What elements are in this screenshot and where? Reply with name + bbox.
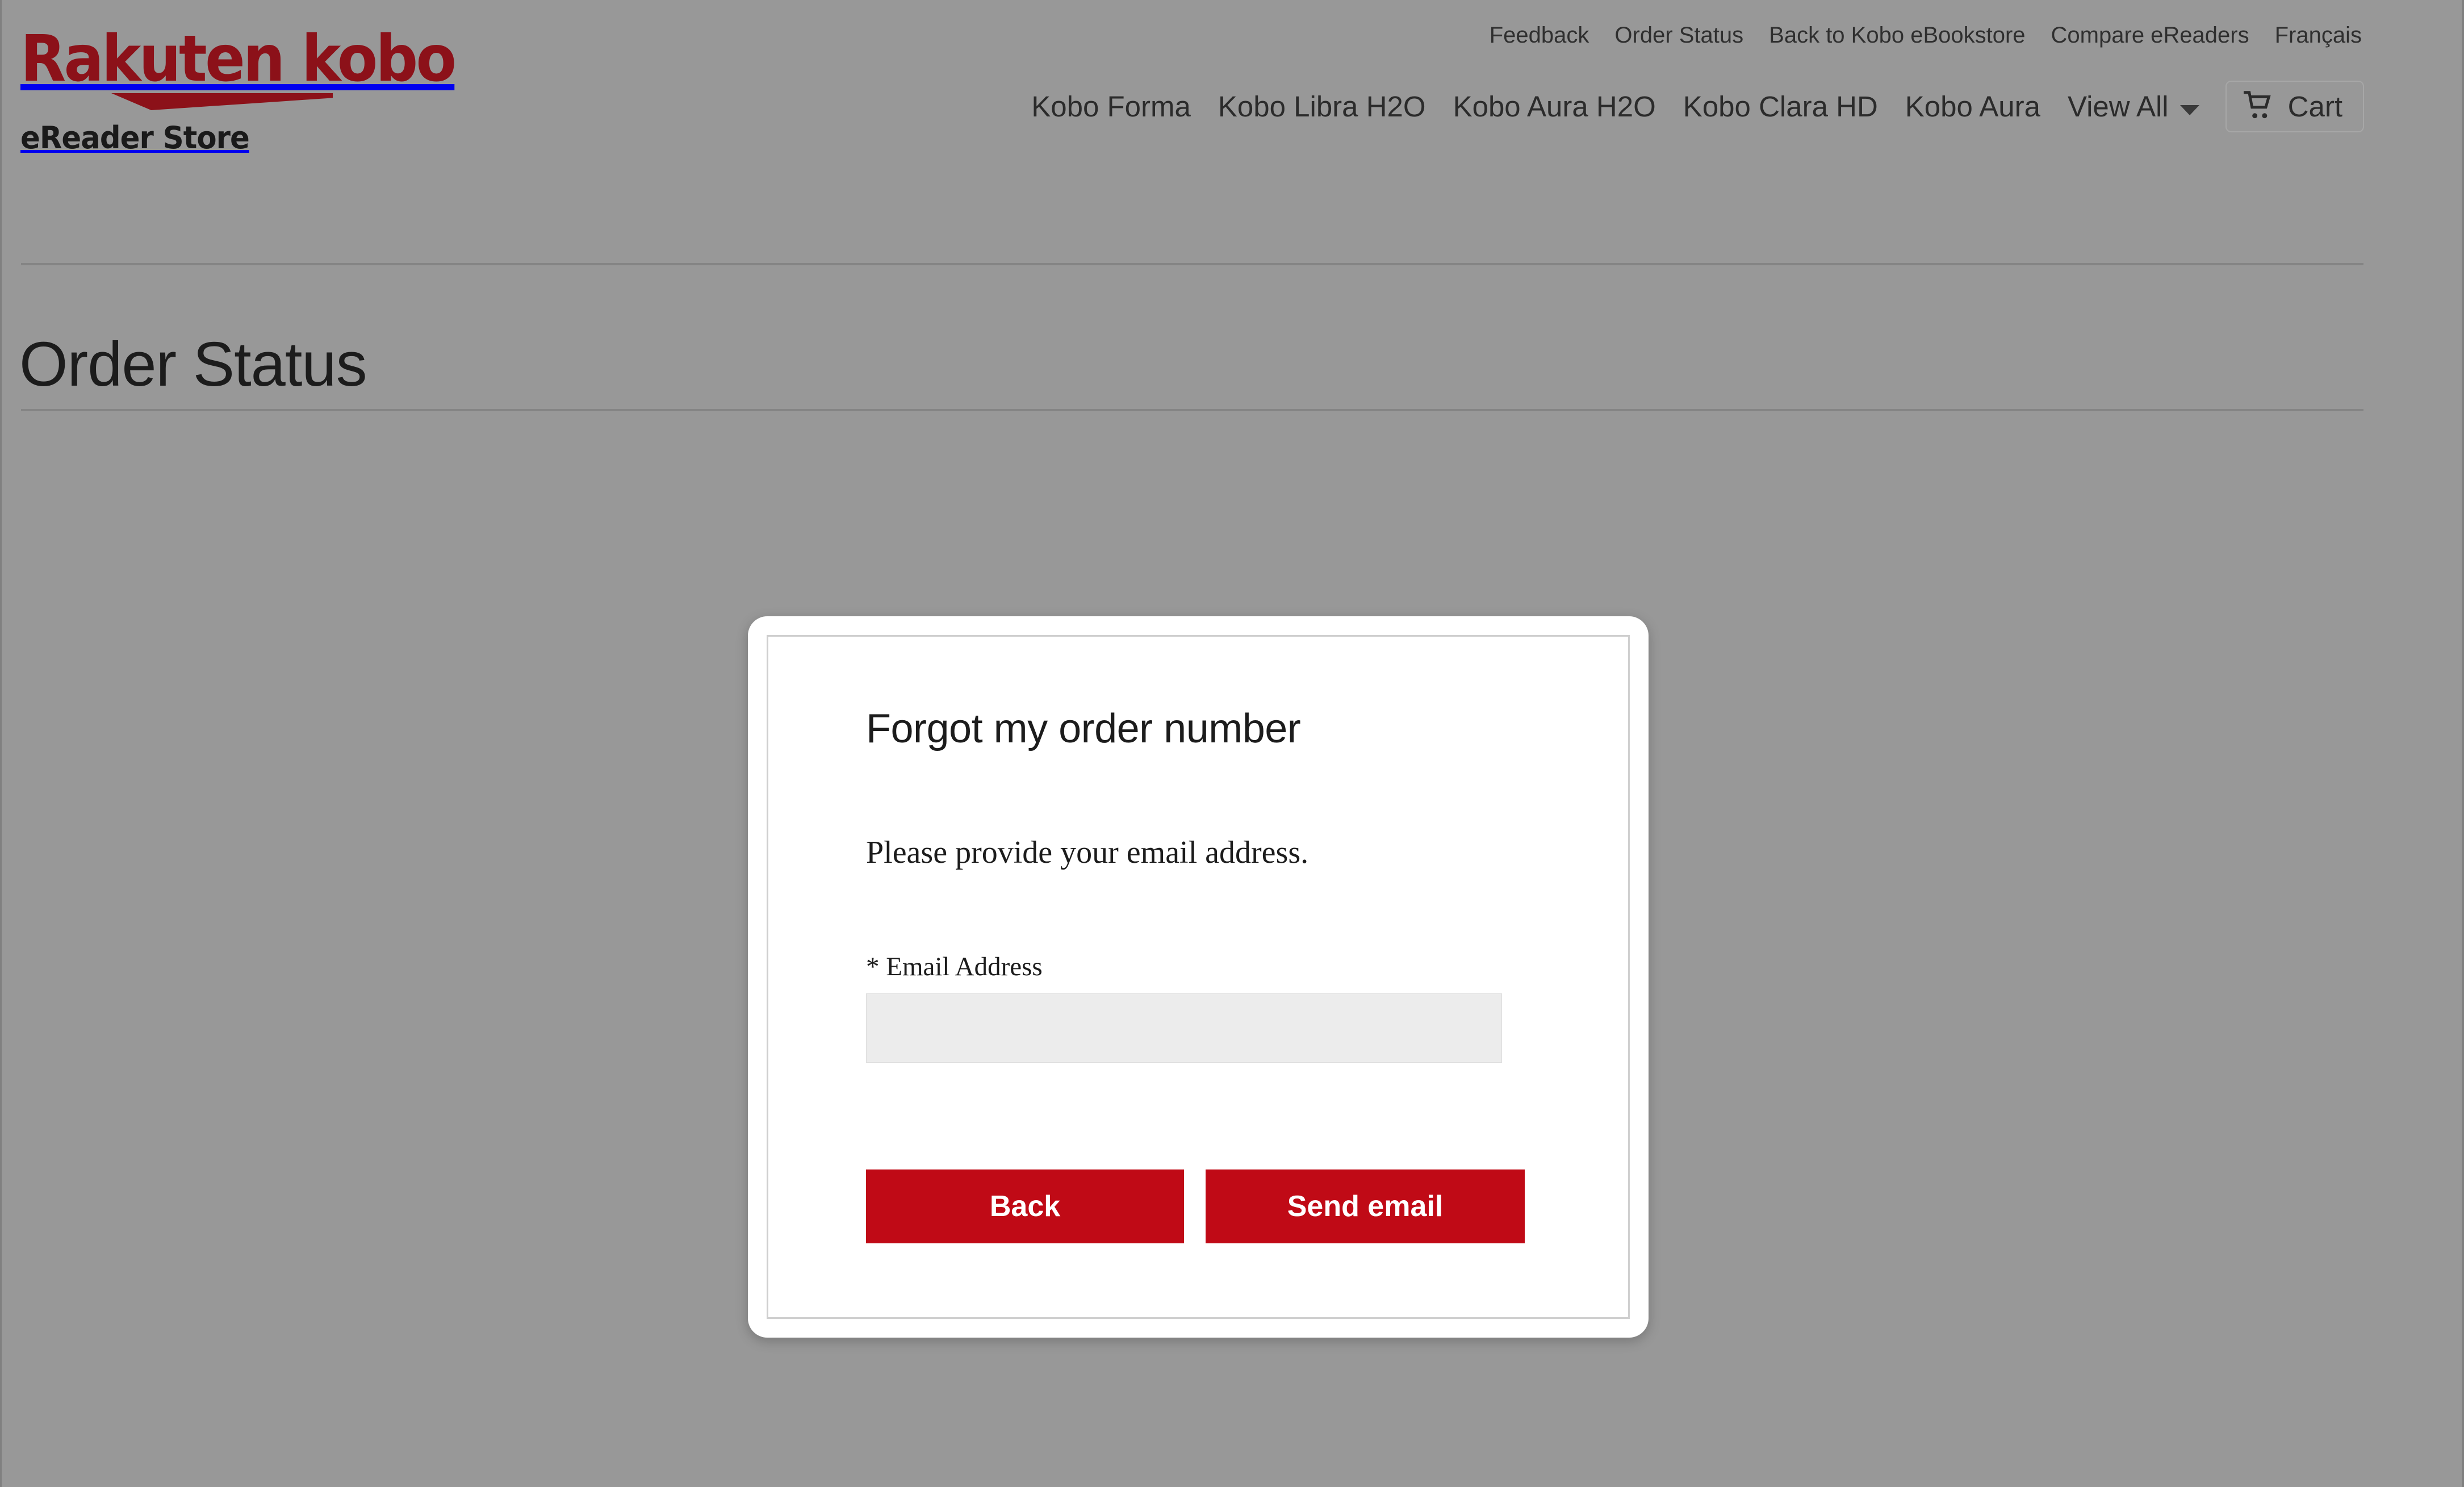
logo-subtitle: eReader Store (20, 120, 250, 156)
product-nav-item-kobo-aura[interactable]: Kobo Aura (1892, 92, 2054, 121)
forgot-order-number-dialog: Forgot my order number Please provide yo… (748, 616, 1649, 1338)
cart-button[interactable]: Cart (2225, 81, 2364, 132)
header-divider-bottom (21, 409, 2363, 411)
site-logo[interactable]: Rakuten kobo eReader Store (20, 27, 588, 153)
logo-wordmark: Rakuten kobo (20, 22, 457, 96)
product-nav: Kobo Forma Kobo Libra H2O Kobo Aura H2O … (1018, 81, 2364, 132)
product-nav-item-kobo-forma[interactable]: Kobo Forma (1018, 92, 1204, 121)
view-all-label: View All (2067, 90, 2169, 123)
email-input[interactable] (866, 993, 1502, 1063)
cart-button-label: Cart (2287, 90, 2342, 123)
product-nav-view-all[interactable]: View All (2054, 92, 2213, 121)
email-field-label: * Email Address (866, 952, 1043, 981)
utility-nav-item-feedback[interactable]: Feedback (1490, 24, 1589, 47)
dialog-title: Forgot my order number (866, 706, 1301, 751)
chevron-down-icon (2179, 105, 2199, 115)
site-header: Rakuten kobo eReader Store Feedback Orde… (0, 0, 2464, 411)
dialog-instruction-text: Please provide your email address. (866, 835, 1309, 870)
page-title: Order Status (19, 329, 367, 399)
product-nav-item-kobo-libra-h2o[interactable]: Kobo Libra H2O (1204, 92, 1440, 121)
product-nav-item-kobo-aura-h2o[interactable]: Kobo Aura H2O (1440, 92, 1670, 121)
back-button[interactable]: Back (866, 1169, 1184, 1243)
utility-nav-item-back-to-ebookstore[interactable]: Back to Kobo eBookstore (1769, 24, 2025, 47)
dialog-actions: Back Send email (866, 1169, 1525, 1243)
shopping-cart-icon (2243, 91, 2275, 122)
utility-nav: Feedback Order Status Back to Kobo eBook… (1490, 24, 2362, 47)
utility-nav-item-francais[interactable]: Français (2275, 24, 2362, 47)
dialog-inner-frame: Forgot my order number Please provide yo… (767, 635, 1630, 1319)
header-divider-top (21, 263, 2363, 265)
page-root: Rakuten kobo eReader Store Feedback Orde… (0, 0, 2464, 1487)
send-email-button[interactable]: Send email (1206, 1169, 1525, 1243)
utility-nav-item-compare-ereaders[interactable]: Compare eReaders (2051, 24, 2249, 47)
utility-nav-item-order-status[interactable]: Order Status (1614, 24, 1743, 47)
logo-swoosh-icon (111, 93, 333, 110)
product-nav-item-kobo-clara-hd[interactable]: Kobo Clara HD (1670, 92, 1892, 121)
